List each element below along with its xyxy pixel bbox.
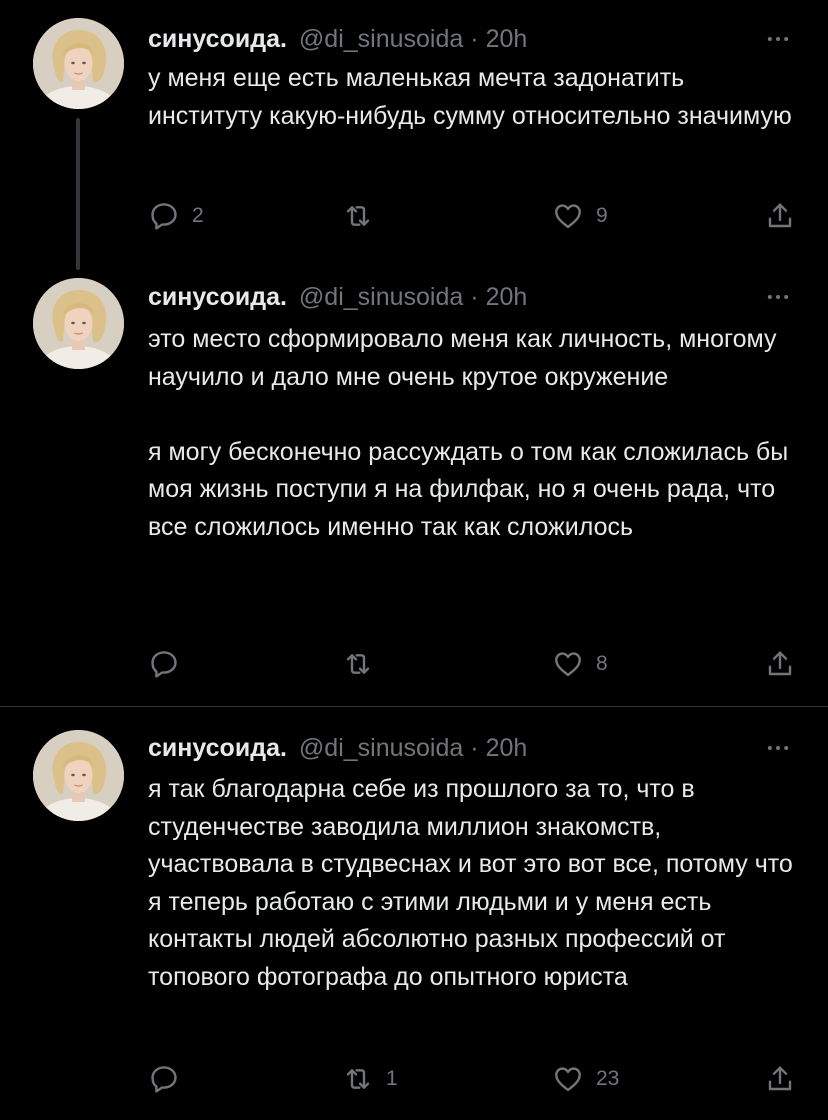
like-button[interactable]: 9: [552, 199, 608, 233]
author-handle[interactable]: @di_sinusoida: [299, 734, 463, 763]
tweet-text: я так благодарна себе из прошлого за то,…: [148, 771, 803, 996]
retweet-icon: [342, 648, 374, 680]
share-button[interactable]: [764, 647, 796, 681]
retweet-button[interactable]: [342, 199, 386, 233]
like-button[interactable]: 23: [552, 1062, 619, 1096]
action-bar: 1 23: [148, 1062, 796, 1096]
timestamp[interactable]: 20h: [486, 25, 528, 54]
author-handle[interactable]: @di_sinusoida: [299, 283, 463, 312]
like-icon: [552, 200, 584, 232]
reply-count: 2: [192, 204, 204, 227]
tweet-header: синусоида. @di_sinusoida · 20h: [148, 22, 527, 56]
like-count: 23: [596, 1067, 620, 1090]
share-icon: [764, 200, 796, 232]
reply-icon: [148, 200, 180, 232]
like-count: 9: [596, 204, 608, 227]
like-icon: [552, 1063, 584, 1095]
tweet-header: синусоида. @di_sinusoida · 20h: [148, 731, 527, 765]
share-button[interactable]: [764, 1062, 796, 1096]
more-icon[interactable]: [763, 24, 793, 54]
reply-button[interactable]: [148, 647, 192, 681]
like-icon: [552, 648, 584, 680]
timestamp[interactable]: 20h: [486, 734, 528, 763]
more-icon[interactable]: [763, 733, 793, 763]
tweet[interactable]: синусоида. @di_sinusoida · 20h у меня ещ…: [0, 0, 828, 270]
tweet[interactable]: синусоида. @di_sinusoida · 20h я так бла…: [0, 707, 828, 1120]
more-icon[interactable]: [763, 282, 793, 312]
tweet-paragraph: я могу бесконечно рассуждать о том как с…: [148, 437, 789, 541]
action-bar: 2 9: [148, 199, 796, 233]
avatar[interactable]: [33, 278, 124, 369]
retweet-icon: [342, 1063, 374, 1095]
tweet-paragraph: это место сформировало меня как личность…: [148, 325, 777, 391]
author-name[interactable]: синусоида.: [148, 734, 287, 763]
share-icon: [764, 1063, 796, 1095]
author-handle[interactable]: @di_sinusoida: [299, 25, 463, 54]
thread-connector-line: [76, 118, 80, 270]
tweet[interactable]: синусоида. @di_sinusoida · 20h это место…: [0, 270, 828, 705]
avatar[interactable]: [33, 730, 124, 821]
share-button[interactable]: [764, 199, 796, 233]
tweet-paragraph: я так благодарна себе из прошлого за то,…: [148, 775, 793, 991]
like-button[interactable]: 8: [552, 647, 608, 681]
retweet-icon: [342, 200, 374, 232]
share-icon: [764, 648, 796, 680]
tweet-header: синусоида. @di_sinusoida · 20h: [148, 280, 527, 314]
separator-dot: ·: [470, 282, 479, 311]
reply-button[interactable]: 2: [148, 199, 204, 233]
tweet-text: это место сформировало меня как личность…: [148, 321, 803, 546]
retweet-button[interactable]: 1: [342, 1062, 398, 1096]
retweet-button[interactable]: [342, 647, 386, 681]
tweet-paragraph: у меня еще есть маленькая мечта задонати…: [148, 64, 792, 130]
separator-dot: ·: [470, 733, 479, 762]
avatar[interactable]: [33, 18, 124, 109]
reply-icon: [148, 1063, 180, 1095]
reply-button[interactable]: [148, 1062, 192, 1096]
tweet-text: у меня еще есть маленькая мечта задонати…: [148, 60, 803, 135]
action-bar: 8: [148, 647, 796, 681]
like-count: 8: [596, 652, 608, 675]
retweet-count: 1: [386, 1067, 398, 1090]
reply-icon: [148, 648, 180, 680]
timestamp[interactable]: 20h: [486, 283, 528, 312]
author-name[interactable]: синусоида.: [148, 25, 287, 54]
author-name[interactable]: синусоида.: [148, 283, 287, 312]
separator-dot: ·: [470, 24, 479, 53]
